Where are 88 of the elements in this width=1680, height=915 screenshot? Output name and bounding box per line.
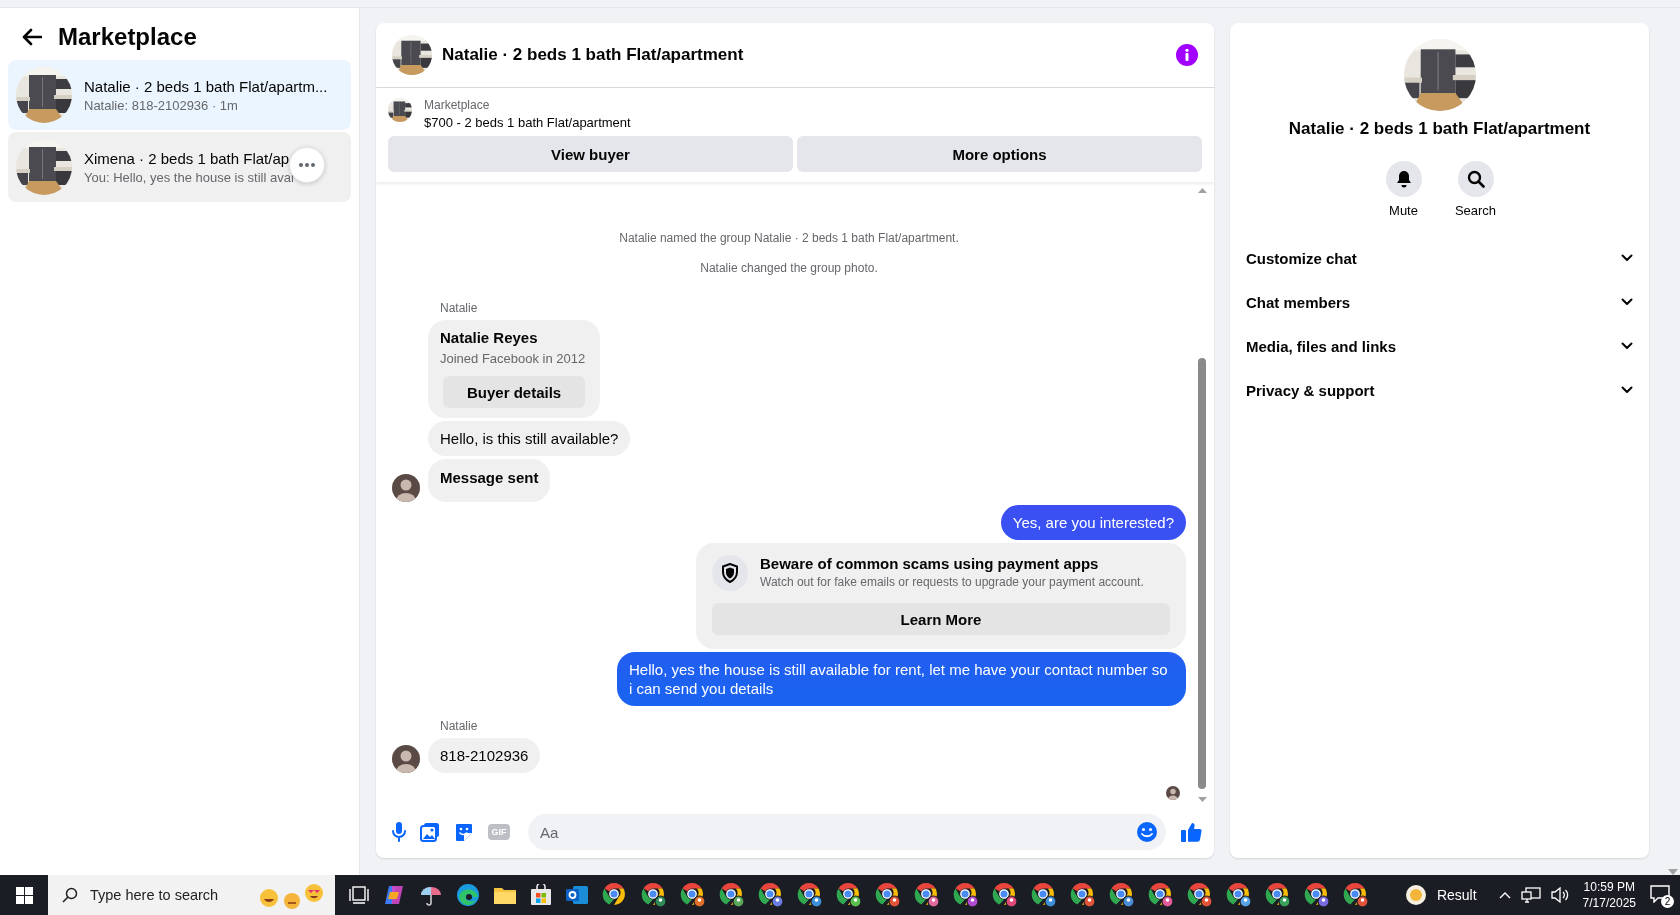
- chrome-browser-icon[interactable]: [1187, 882, 1213, 908]
- ellipsis-icon: [299, 163, 315, 167]
- chrome-browser-icon[interactable]: [914, 882, 940, 908]
- section-header[interactable]: Media, files and links: [1246, 337, 1397, 355]
- conversation-item[interactable]: Ximena · 2 beds 1 bath Flat/ap You: Hello, yes the house is still avai: [8, 132, 351, 202]
- scrollbar-thumb[interactable]: [1198, 358, 1206, 789]
- conversation-item[interactable]: Natalie · 2 beds 1 bath Flat/apartm... Natalie: 818-2102936 · 1m: [8, 60, 351, 130]
- image-icon[interactable]: [420, 822, 440, 842]
- scroll-down-arrow-icon[interactable]: [1197, 797, 1207, 802]
- chrome-browser-icon[interactable]: [992, 882, 1018, 908]
- clock[interactable]: 10:59 PM 7/17/2025: [1582, 879, 1636, 911]
- conversation-preview: You: Hello, yes the house is still avai: [84, 169, 294, 185]
- chrome-browser-icon[interactable]: [1226, 882, 1252, 908]
- sun-icon: [1404, 884, 1427, 906]
- action-button[interactable]: View buyer: [388, 136, 793, 172]
- chevron-up-icon[interactable]: [1498, 891, 1511, 899]
- chrome-browser-icon[interactable]: [1343, 882, 1369, 908]
- copilot-icon[interactable]: [382, 883, 406, 907]
- message-bubble: Message sent: [428, 459, 551, 502]
- conversation-title: Ximena · 2 beds 1 bath Flat/ap: [84, 149, 291, 167]
- chevron-down-icon[interactable]: [1621, 342, 1633, 350]
- chrome-browser-icon[interactable]: [1148, 882, 1174, 908]
- conversation-title: Natalie · 2 beds 1 bath Flat/apartm...: [84, 77, 328, 95]
- chrome-browser-icon[interactable]: [1304, 882, 1330, 908]
- bell-icon: [1395, 170, 1412, 188]
- shield-icon: [721, 563, 739, 583]
- chrome-browser-icon[interactable]: [680, 882, 706, 908]
- thumbs-up-icon[interactable]: [1180, 821, 1202, 843]
- chrome-browser-icon[interactable]: [797, 882, 823, 908]
- windows-start-icon[interactable]: [15, 886, 33, 904]
- chrome-browser-icon[interactable]: [758, 882, 784, 908]
- back-arrow-icon[interactable]: [22, 28, 42, 46]
- message-bubble: Hello, is this still available?: [428, 421, 631, 456]
- section-header[interactable]: Chat members: [1246, 293, 1351, 311]
- sender-name: Natalie: [440, 301, 479, 315]
- chrome-browser-icon[interactable]: [1031, 882, 1057, 908]
- edge-browser-icon[interactable]: [456, 883, 480, 907]
- read-receipt-icon: [1166, 786, 1180, 800]
- page-title: Marketplace: [58, 22, 197, 52]
- weather-widget[interactable]: Result: [1404, 884, 1477, 906]
- action-button[interactable]: More options: [797, 136, 1202, 172]
- chrome-browser-icon[interactable]: [1109, 882, 1135, 908]
- task-view-icon[interactable]: [349, 886, 369, 904]
- chrome-browser-icon[interactable]: [1265, 882, 1291, 908]
- chevron-down-icon[interactable]: [1621, 386, 1633, 394]
- chrome-browser-icon[interactable]: [719, 882, 745, 908]
- message-bubble: Hello, yes the house is still available for rent, let me have your contact number so i can send you details: [617, 652, 1186, 706]
- chrome-browser-icon[interactable]: [875, 882, 901, 908]
- microphone-icon[interactable]: [392, 822, 406, 842]
- chevron-down-icon[interactable]: [1621, 254, 1633, 262]
- section-header[interactable]: Privacy & support: [1246, 381, 1375, 399]
- message-input[interactable]: Aa: [528, 814, 1166, 850]
- notice-text: Watch out for fake emails or requests to upgrade your payment account.: [760, 575, 1144, 589]
- mail-app-icon[interactable]: [565, 884, 589, 906]
- chrome-browser-icon[interactable]: [1070, 882, 1096, 908]
- message-bubble: Yes, are you interested?: [1000, 505, 1186, 540]
- system-message: Natalie changed the group photo.: [699, 261, 879, 275]
- chrome-browser-icon[interactable]: [953, 882, 979, 908]
- notice-title: Beware of common scams using payment apps: [760, 555, 1100, 572]
- conversation-name: Natalie · 2 beds 1 bath Flat/apartment: [1288, 119, 1591, 139]
- network-icon[interactable]: [1520, 887, 1541, 903]
- buyer-details-button[interactable]: Buyer details: [443, 376, 586, 408]
- joined-text: Joined Facebook in 2012: [440, 351, 587, 366]
- search-icon: [62, 887, 78, 903]
- search-icon: [1466, 170, 1485, 188]
- chrome-browser-icon[interactable]: [641, 882, 667, 908]
- chrome-browser-icon[interactable]: [602, 882, 628, 908]
- conversation-preview: Natalie: 818-2102936 · 1m: [84, 97, 239, 113]
- chevron-down-icon[interactable]: [1621, 298, 1633, 306]
- taskbar-search-field[interactable]: Type here to search: [48, 875, 335, 915]
- listing-source: Marketplace: [424, 98, 491, 112]
- emoji-icon[interactable]: [1136, 821, 1158, 843]
- sticker-icon[interactable]: [454, 822, 474, 842]
- chrome-browser-icon[interactable]: [836, 882, 862, 908]
- learn-more-button[interactable]: Learn More: [712, 603, 1170, 635]
- info-icon[interactable]: [1176, 44, 1198, 66]
- section-header[interactable]: Customize chat: [1246, 249, 1357, 267]
- speaker-icon[interactable]: [1550, 887, 1569, 903]
- emoji-faces-drawing: [259, 881, 325, 909]
- scroll-up-arrow-icon[interactable]: [1197, 188, 1207, 193]
- message-bubble: 818-2102936: [428, 738, 541, 773]
- store-icon[interactable]: [530, 884, 552, 906]
- notification-icon: [1650, 884, 1670, 903]
- listing-summary[interactable]: $700 - 2 beds 1 bath Flat/apartment: [424, 115, 631, 130]
- buyer-name: Natalie Reyes: [440, 328, 539, 348]
- chat-title: Natalie · 2 beds 1 bath Flat/apartment: [442, 45, 745, 65]
- sender-name: Natalie: [440, 719, 479, 733]
- system-message: Natalie named the group Natalie · 2 beds 1 bath Flat/apartment.: [618, 231, 960, 245]
